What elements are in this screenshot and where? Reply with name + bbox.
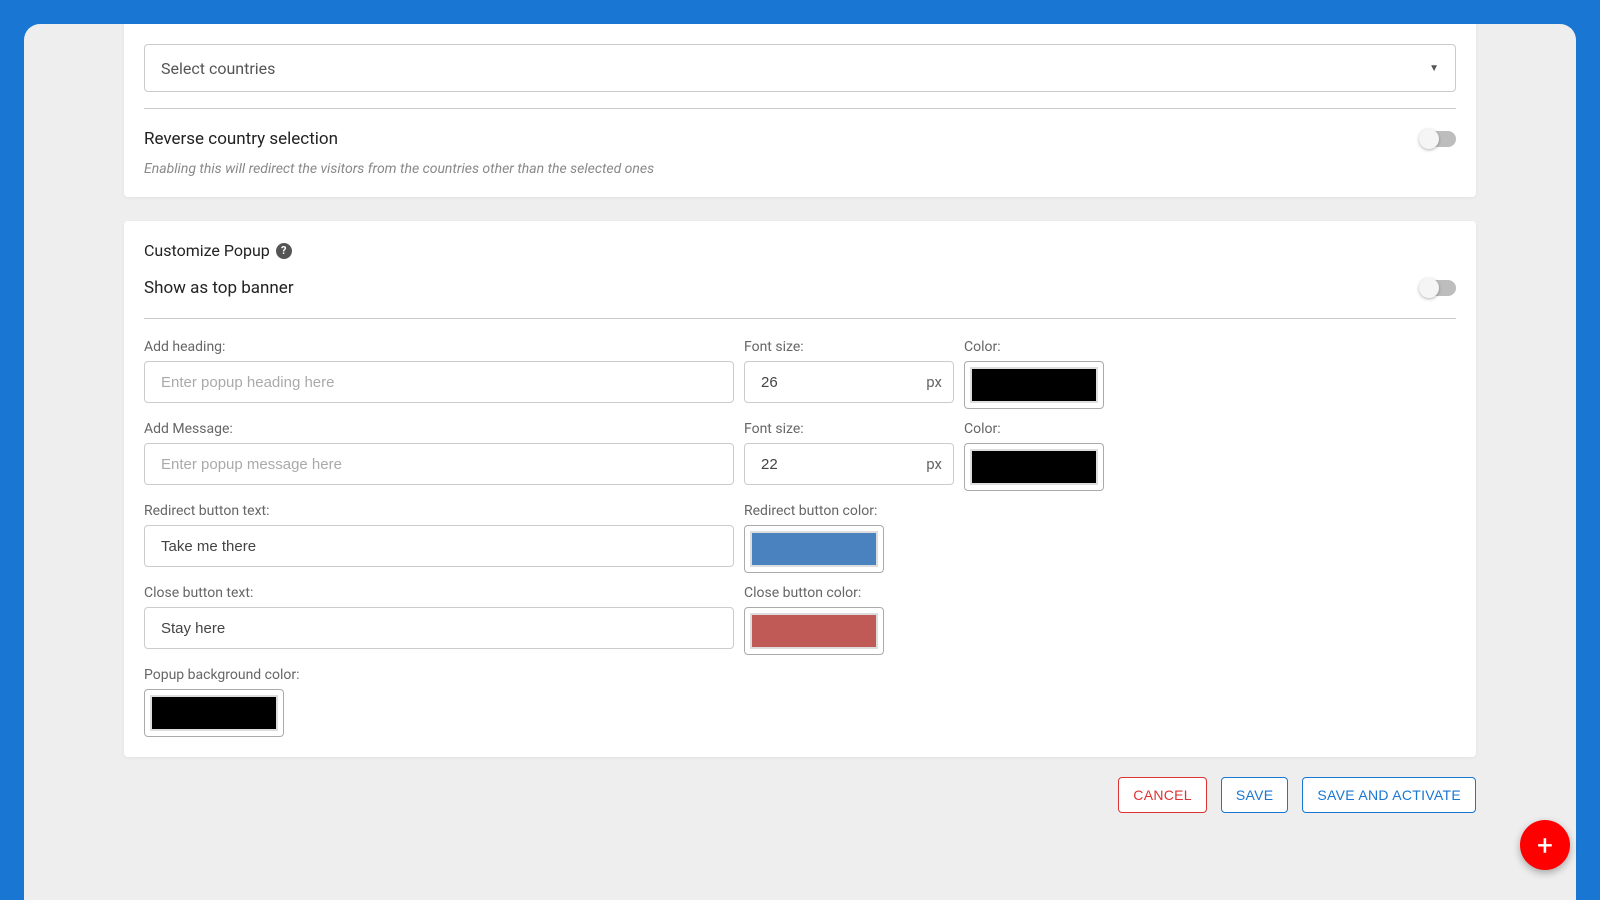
heading-color-swatch[interactable] xyxy=(970,367,1098,403)
heading-fontsize-label: Font size: xyxy=(744,339,954,355)
message-field: Add Message: xyxy=(144,421,734,485)
reverse-country-row: Reverse country selection xyxy=(144,125,1456,153)
close-text-label: Close button text: xyxy=(144,585,734,601)
caret-down-icon: ▼ xyxy=(1429,63,1439,74)
px-unit: px xyxy=(926,455,942,473)
popup-bg-label: Popup background color: xyxy=(144,667,1456,683)
help-icon[interactable]: ? xyxy=(276,243,292,259)
divider xyxy=(144,318,1456,319)
message-label: Add Message: xyxy=(144,421,734,437)
heading-input[interactable] xyxy=(144,361,734,403)
message-fontsize-input[interactable] xyxy=(744,443,954,485)
heading-label: Add heading: xyxy=(144,339,734,355)
top-banner-toggle[interactable] xyxy=(1422,280,1456,296)
popup-bg-swatch[interactable] xyxy=(150,695,278,731)
close-color-swatch[interactable] xyxy=(750,613,878,649)
close-text-input[interactable] xyxy=(144,607,734,649)
message-color-field: Color: xyxy=(964,421,1114,491)
redirect-text-input[interactable] xyxy=(144,525,734,567)
customize-popup-title: Customize Popup ? xyxy=(144,241,1456,260)
divider xyxy=(144,108,1456,109)
country-card: Select countries ▼ Reverse country selec… xyxy=(124,24,1476,197)
close-color-label: Close button color: xyxy=(744,585,894,601)
heading-fontsize-input[interactable] xyxy=(744,361,954,403)
redirect-color-swatch[interactable] xyxy=(750,531,878,567)
close-text-field: Close button text: xyxy=(144,585,734,655)
redirect-text-label: Redirect button text: xyxy=(144,503,734,519)
save-activate-button[interactable]: SAVE AND ACTIVATE xyxy=(1302,777,1476,813)
message-color-swatch[interactable] xyxy=(970,449,1098,485)
message-fontsize-label: Font size: xyxy=(744,421,954,437)
country-select-placeholder: Select countries xyxy=(161,59,275,78)
heading-fontsize-field: Font size: px xyxy=(744,339,954,403)
cancel-button[interactable]: CANCEL xyxy=(1118,777,1207,813)
top-banner-label: Show as top banner xyxy=(144,278,294,298)
message-input[interactable] xyxy=(144,443,734,485)
redirect-color-field: Redirect button color: xyxy=(744,503,894,573)
customize-popup-title-text: Customize Popup xyxy=(144,241,270,260)
heading-color-field: Color: xyxy=(964,339,1114,409)
heading-field: Add heading: xyxy=(144,339,734,403)
close-color-field: Close button color: xyxy=(744,585,894,655)
redirect-text-field: Redirect button text: xyxy=(144,503,734,573)
reverse-country-label: Reverse country selection xyxy=(144,129,338,149)
redirect-color-label: Redirect button color: xyxy=(744,503,894,519)
heading-color-label: Color: xyxy=(964,339,1114,355)
message-fontsize-field: Font size: px xyxy=(744,421,954,485)
message-color-label: Color: xyxy=(964,421,1114,437)
reverse-country-help: Enabling this will redirect the visitors… xyxy=(144,161,1456,177)
reverse-country-toggle[interactable] xyxy=(1422,131,1456,147)
popup-bg-field: Popup background color: xyxy=(144,667,1456,737)
country-select[interactable]: Select countries ▼ xyxy=(144,44,1456,92)
top-banner-row: Show as top banner xyxy=(144,274,1456,302)
customize-popup-card: Customize Popup ? Show as top banner Add… xyxy=(124,221,1476,757)
save-button[interactable]: SAVE xyxy=(1221,777,1289,813)
plus-icon: + xyxy=(1537,829,1553,862)
fab-add-button[interactable]: + xyxy=(1520,820,1570,870)
action-bar: CANCEL SAVE SAVE AND ACTIVATE xyxy=(124,777,1476,813)
px-unit: px xyxy=(926,373,942,391)
